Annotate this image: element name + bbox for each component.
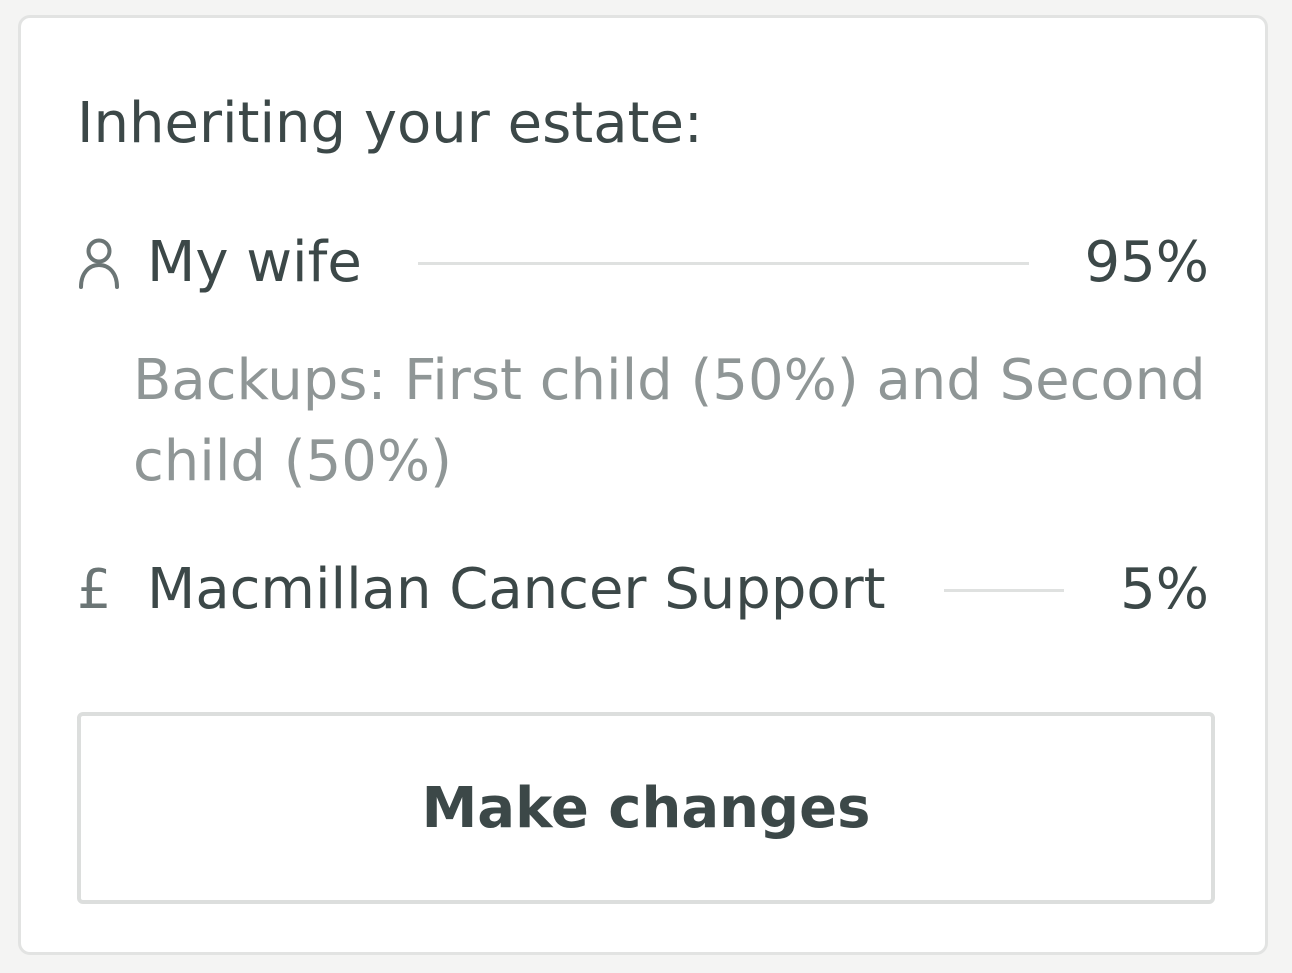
beneficiary-row-charity: £ Macmillan Cancer Support 5% (77, 555, 1209, 625)
make-changes-button[interactable]: Make changes (77, 712, 1215, 904)
backup-beneficiaries: Backups: First child (50%) and Second ch… (133, 348, 1206, 494)
pound-icon: £ (77, 560, 129, 620)
beneficiary-share: 95% (1084, 230, 1209, 295)
beneficiary-name: My wife (147, 230, 362, 295)
beneficiary-name: Macmillan Cancer Support (147, 557, 886, 622)
card-heading: Inheriting your estate: (77, 91, 703, 156)
beneficiary-share: 5% (1120, 557, 1209, 622)
beneficiary-row-person: My wife 95% (77, 228, 1209, 298)
leader-line (943, 588, 1065, 592)
make-changes-label: Make changes (421, 775, 871, 841)
pound-glyph: £ (77, 558, 112, 621)
estate-summary-card: Inheriting your estate: My wife 95% Back… (18, 15, 1268, 955)
leader-line (417, 261, 1029, 265)
person-icon (77, 233, 129, 293)
